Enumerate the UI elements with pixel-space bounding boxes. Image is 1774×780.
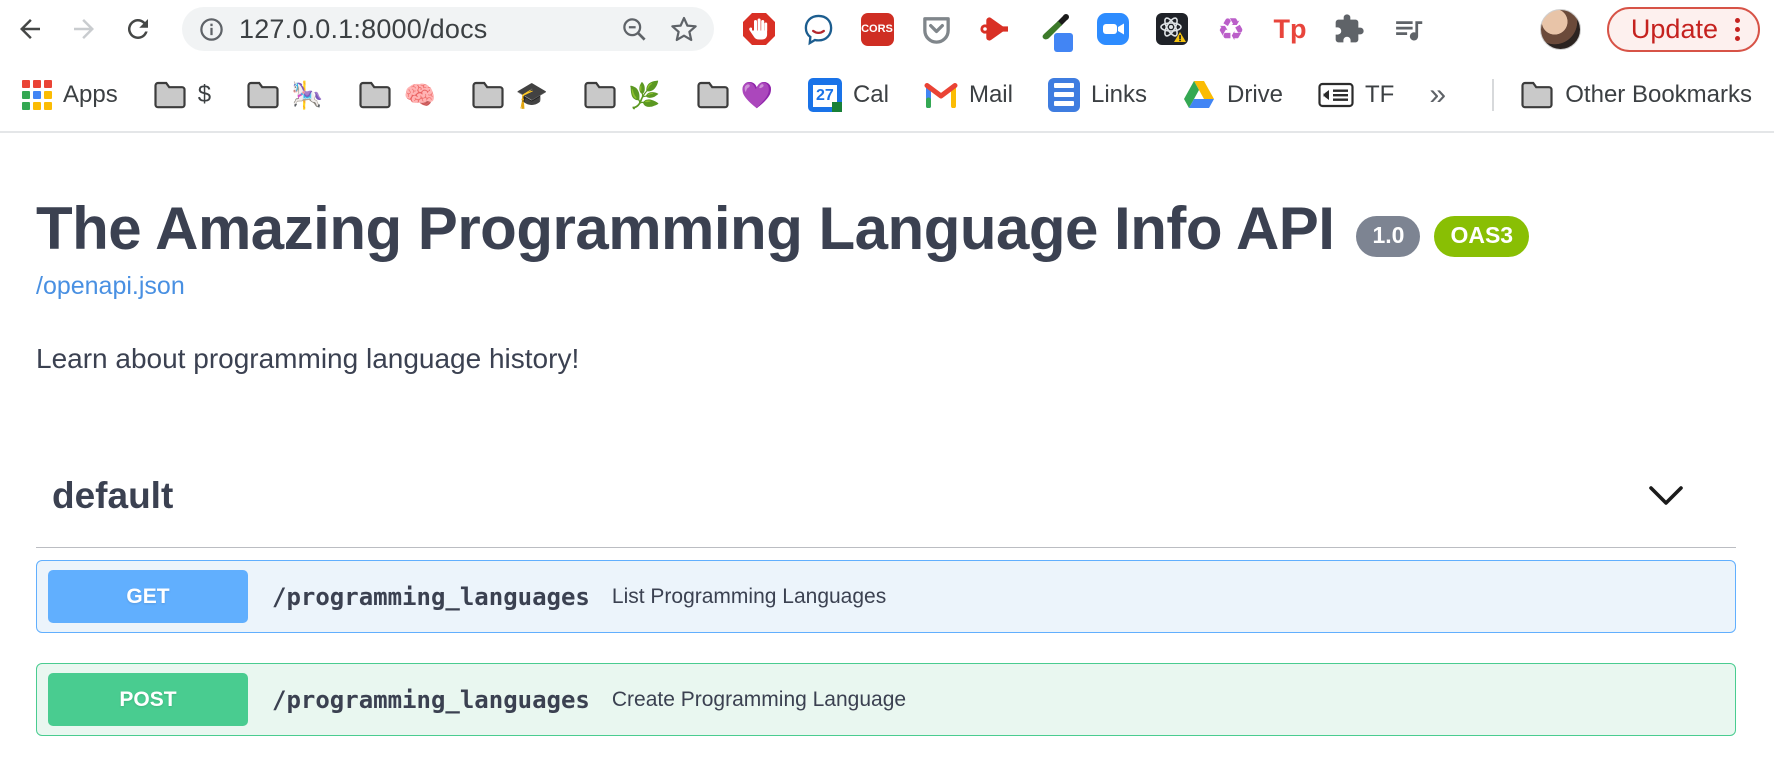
openapi-spec-link-row: /openapi.json: [36, 272, 1736, 301]
operation-post-programming-languages[interactable]: POST /programming_languages Create Progr…: [36, 663, 1736, 736]
url-text: 127.0.0.1:8000/docs: [239, 14, 488, 45]
folder-icon: [583, 80, 617, 109]
bookmark-apps[interactable]: Apps: [22, 80, 118, 110]
operation-path: /programming_languages: [272, 583, 590, 611]
collapse-chevron-button[interactable]: [1648, 485, 1684, 507]
operation-summary: List Programming Languages: [612, 585, 886, 609]
bookmark-drive[interactable]: Drive: [1182, 80, 1283, 110]
openapi-json-link[interactable]: /openapi.json: [36, 272, 185, 300]
adblock-stop-hand-icon[interactable]: [742, 12, 776, 46]
google-drive-icon: [1182, 80, 1216, 110]
update-button[interactable]: Update: [1607, 7, 1760, 52]
carousel-horse-emoji: 🎠: [291, 82, 323, 108]
operation-get-programming-languages[interactable]: GET /programming_languages List Programm…: [36, 560, 1736, 633]
reload-button[interactable]: [122, 13, 154, 45]
swagger-page: The Amazing Programming Language Info AP…: [0, 133, 1774, 736]
bookmark-mail[interactable]: Mail: [924, 81, 1013, 109]
cors-extension-icon[interactable]: CORS: [860, 12, 894, 46]
google-calendar-icon: 27: [808, 78, 842, 112]
bookmark-folder-heart[interactable]: 💜: [696, 80, 773, 109]
bookmark-links[interactable]: Links: [1048, 78, 1147, 112]
tag-section-header[interactable]: default: [36, 475, 1736, 548]
bookmarks-right-group: Other Bookmarks: [1492, 79, 1752, 111]
toolbar-right-group: Update: [1540, 7, 1760, 52]
pocket-shield-icon[interactable]: [919, 12, 953, 46]
recycle-extension-icon[interactable]: ♻: [1214, 12, 1248, 46]
folder-icon: [246, 80, 280, 109]
kebab-menu-icon[interactable]: [1735, 18, 1740, 41]
folder-icon: [358, 80, 392, 109]
media-playlist-icon[interactable]: [1391, 12, 1425, 46]
chevron-down-icon: [1648, 485, 1684, 507]
eyedropper-icon[interactable]: [1037, 12, 1071, 46]
back-arrow-icon: [15, 14, 45, 44]
browser-toolbar: 127.0.0.1:8000/docs CORS: [0, 0, 1774, 58]
bookmark-folder-herb[interactable]: 🌿: [583, 80, 660, 109]
forward-button[interactable]: [68, 13, 100, 45]
api-description: Learn about programming language history…: [36, 343, 1736, 375]
folder-icon: [153, 80, 187, 109]
herb-emoji: 🌿: [628, 82, 660, 108]
forward-arrow-icon: [69, 14, 99, 44]
version-badge: 1.0: [1356, 216, 1420, 257]
tp-label: Tp: [1274, 14, 1307, 45]
bookmark-folder-brain[interactable]: 🧠: [358, 80, 435, 109]
color-swatch-square: [1054, 33, 1073, 52]
tp-extension-icon[interactable]: Tp: [1273, 12, 1307, 46]
tag-section-default: default GET /programming_languages List …: [36, 475, 1736, 736]
oas3-badge: OAS3: [1434, 216, 1529, 257]
red-pointer-extension-icon[interactable]: [978, 12, 1012, 46]
bookmarks-overflow-chevron[interactable]: »: [1429, 78, 1446, 112]
page-info-icon[interactable]: [198, 16, 225, 43]
other-bookmarks[interactable]: Other Bookmarks: [1520, 80, 1752, 109]
get-method-badge: GET: [48, 570, 248, 623]
tag-name: default: [52, 475, 173, 517]
update-label: Update: [1631, 14, 1718, 45]
operation-summary: Create Programming Language: [612, 688, 906, 712]
folder-icon: [1520, 80, 1554, 109]
extensions-puzzle-icon[interactable]: [1332, 12, 1366, 46]
brain-emoji: 🧠: [403, 82, 435, 108]
badges: 1.0 OAS3: [1356, 216, 1529, 257]
bookmarks-bar: Apps $ 🎠 🧠 🎓 🌿 💜: [0, 58, 1774, 133]
profile-avatar[interactable]: [1540, 9, 1581, 50]
gmail-icon: [924, 81, 958, 108]
announcement-card-icon: [1318, 81, 1354, 109]
api-title-row: The Amazing Programming Language Info AP…: [36, 197, 1736, 260]
folder-icon: [471, 80, 505, 109]
cors-label: CORS: [861, 13, 894, 46]
bookmark-tf[interactable]: TF: [1318, 81, 1394, 109]
zoom-out-icon[interactable]: [621, 16, 648, 43]
extensions-row: CORS: [742, 12, 1425, 46]
bookmark-folder-graduation[interactable]: 🎓: [471, 80, 548, 109]
links-doc-icon: [1048, 78, 1080, 112]
react-devtools-icon[interactable]: [1155, 12, 1189, 46]
zoom-video-icon[interactable]: [1096, 12, 1130, 46]
bookmark-calendar[interactable]: 27 Cal: [808, 78, 889, 112]
address-bar[interactable]: 127.0.0.1:8000/docs: [182, 7, 714, 51]
bookmarks-divider: [1492, 79, 1494, 111]
back-button[interactable]: [14, 13, 46, 45]
apps-grid-icon: [22, 80, 52, 110]
post-method-badge: POST: [48, 673, 248, 726]
bookmark-star-icon[interactable]: [670, 15, 698, 43]
folder-icon: [696, 80, 730, 109]
bookmark-folder-carousel[interactable]: 🎠: [246, 80, 323, 109]
page-title: The Amazing Programming Language Info AP…: [36, 197, 1334, 260]
reload-icon: [123, 14, 153, 44]
chat-bubble-icon[interactable]: [801, 12, 835, 46]
graduation-cap-emoji: 🎓: [516, 82, 548, 108]
operation-path: /programming_languages: [272, 686, 590, 714]
purple-heart-emoji: 💜: [741, 82, 773, 108]
bookmark-folder-money[interactable]: $: [153, 80, 211, 109]
